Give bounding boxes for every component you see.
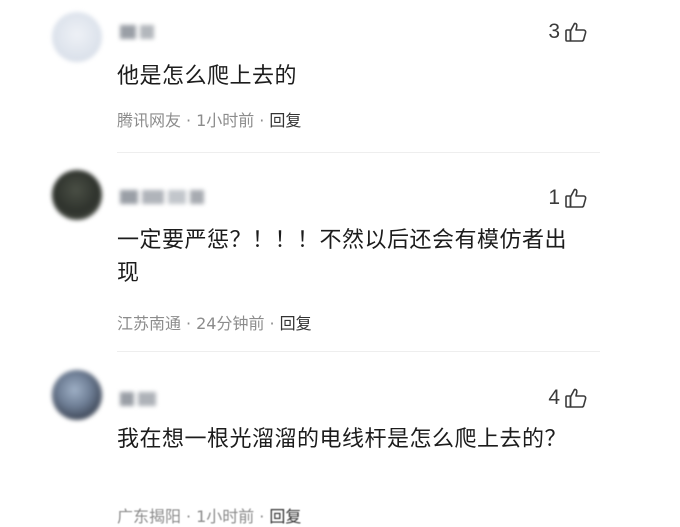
like-count: 4	[548, 386, 560, 409]
username-blurred[interactable]	[120, 392, 160, 406]
like-count: 1	[548, 186, 560, 209]
thumbs-up-icon	[564, 20, 588, 44]
separator: ·	[186, 314, 192, 333]
comment-text: 我在想一根光溜溜的电线杆是怎么爬上去的？	[117, 427, 568, 452]
like-count: 3	[548, 20, 560, 43]
username-blurred[interactable]	[120, 190, 208, 204]
comment-time: 24分钟前	[196, 314, 265, 333]
comment-location: 腾讯网友	[117, 111, 182, 130]
comment-text: 他是怎么爬上去的	[117, 64, 298, 89]
divider	[117, 351, 600, 352]
comment-meta: 腾讯网友 · 1小时前 · 回复	[117, 107, 301, 131]
reply-button[interactable]: 回复	[280, 314, 312, 333]
avatar[interactable]	[52, 170, 102, 220]
divider	[117, 152, 600, 153]
separator: ·	[269, 314, 275, 333]
like-button[interactable]: 3	[548, 20, 588, 44]
reply-button[interactable]: 回复	[269, 111, 301, 130]
username-blurred[interactable]	[120, 25, 158, 39]
separator: ·	[186, 111, 192, 130]
avatar[interactable]	[52, 12, 102, 62]
thumbs-up-icon	[564, 386, 588, 410]
avatar[interactable]	[52, 370, 102, 420]
thumbs-up-icon	[564, 186, 588, 210]
like-button[interactable]: 1	[548, 186, 588, 210]
like-button[interactable]: 4	[548, 386, 588, 410]
separator: ·	[259, 111, 265, 130]
comment-location: 江苏南通	[117, 314, 182, 333]
comment-meta: 江苏南通 · 24分钟前 · 回复	[117, 310, 312, 334]
comment-text: 一定要严惩？！！！不然以后还会有模仿者出现	[117, 228, 568, 286]
comment-time: 1小时前	[196, 111, 255, 130]
comment-meta: 广东揭阳 · 1小时前 · 回复	[117, 503, 301, 527]
